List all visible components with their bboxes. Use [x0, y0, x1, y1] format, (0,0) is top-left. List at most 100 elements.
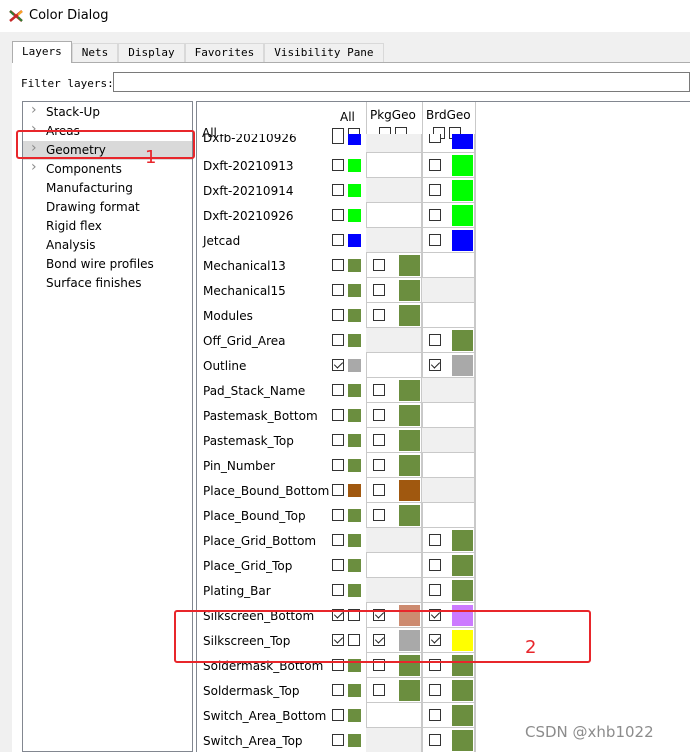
visibility-checkbox[interactable] [332, 709, 344, 721]
brdgeo-color-swatch[interactable] [452, 155, 473, 176]
pkggeo-checkbox[interactable] [373, 434, 385, 446]
brdgeo-color-swatch[interactable] [452, 530, 473, 551]
brdgeo-checkbox[interactable] [429, 184, 441, 196]
pkggeo-checkbox[interactable] [373, 509, 385, 521]
pkggeo-color-swatch[interactable] [399, 305, 420, 326]
color-swatch[interactable] [348, 259, 361, 272]
color-swatch[interactable] [348, 134, 361, 145]
pkggeo-checkbox[interactable] [373, 309, 385, 321]
color-swatch[interactable] [348, 509, 361, 522]
brdgeo-checkbox[interactable] [429, 709, 441, 721]
brdgeo-color-swatch[interactable] [452, 355, 473, 376]
brdgeo-checkbox[interactable] [429, 334, 441, 346]
pkggeo-color-swatch[interactable] [399, 505, 420, 526]
visibility-checkbox[interactable] [332, 559, 344, 571]
pkggeo-checkbox[interactable] [373, 484, 385, 496]
pkggeo-color-swatch[interactable] [399, 455, 420, 476]
tree-item-rigid-flex[interactable]: Rigid flex [23, 217, 192, 236]
brdgeo-color-swatch[interactable] [452, 580, 473, 601]
brdgeo-checkbox[interactable] [429, 134, 441, 143]
visibility-checkbox[interactable] [332, 184, 344, 196]
brdgeo-checkbox[interactable] [429, 559, 441, 571]
brdgeo-color-swatch[interactable] [452, 180, 473, 201]
pkggeo-color-swatch[interactable] [399, 380, 420, 401]
brdgeo-color-swatch[interactable] [452, 680, 473, 701]
pkggeo-color-swatch[interactable] [399, 280, 420, 301]
tab-display[interactable]: Display [118, 43, 185, 63]
tree-item-stack-up[interactable]: › Stack-Up [23, 102, 192, 122]
color-swatch[interactable] [348, 684, 361, 697]
color-swatch[interactable] [348, 359, 361, 372]
visibility-checkbox[interactable] [332, 309, 344, 321]
visibility-checkbox[interactable] [332, 359, 344, 371]
tree-item-manufacturing[interactable]: Manufacturing [23, 179, 192, 198]
color-swatch[interactable] [348, 334, 361, 347]
color-swatch[interactable] [348, 184, 361, 197]
brdgeo-checkbox[interactable] [429, 534, 441, 546]
visibility-checkbox[interactable] [332, 234, 344, 246]
visibility-checkbox[interactable] [332, 434, 344, 446]
tree-item-bond-wire-profiles[interactable]: Bond wire profiles [23, 255, 192, 274]
color-swatch[interactable] [348, 384, 361, 397]
pkggeo-checkbox[interactable] [373, 384, 385, 396]
color-swatch[interactable] [348, 709, 361, 722]
brdgeo-checkbox[interactable] [429, 209, 441, 221]
visibility-checkbox[interactable] [332, 459, 344, 471]
brdgeo-checkbox[interactable] [429, 584, 441, 596]
visibility-checkbox[interactable] [332, 409, 344, 421]
brdgeo-checkbox[interactable] [429, 359, 441, 371]
tree-item-drawing-format[interactable]: Drawing format [23, 198, 192, 217]
brdgeo-checkbox[interactable] [429, 734, 441, 746]
tree-item-surface-finishes[interactable]: Surface finishes [23, 274, 192, 293]
brdgeo-color-swatch[interactable] [452, 330, 473, 351]
color-swatch[interactable] [348, 734, 361, 747]
expand-chevron-icon[interactable]: › [31, 159, 37, 175]
color-swatch[interactable] [348, 284, 361, 297]
visibility-checkbox[interactable] [332, 484, 344, 496]
brdgeo-color-swatch[interactable] [452, 730, 473, 751]
color-swatch[interactable] [348, 534, 361, 547]
visibility-checkbox[interactable] [332, 259, 344, 271]
pkggeo-color-swatch[interactable] [399, 680, 420, 701]
brdgeo-color-swatch[interactable] [452, 555, 473, 576]
brdgeo-checkbox[interactable] [429, 234, 441, 246]
tree-item-components[interactable]: › Components [23, 159, 192, 179]
pkggeo-checkbox[interactable] [373, 684, 385, 696]
visibility-checkbox[interactable] [332, 509, 344, 521]
expand-chevron-icon[interactable]: › [31, 102, 37, 118]
pkggeo-checkbox[interactable] [373, 459, 385, 471]
color-swatch[interactable] [348, 484, 361, 497]
color-swatch[interactable] [348, 559, 361, 572]
visibility-checkbox[interactable] [332, 134, 344, 144]
color-swatch[interactable] [348, 584, 361, 597]
visibility-checkbox[interactable] [332, 734, 344, 746]
visibility-checkbox[interactable] [332, 334, 344, 346]
visibility-checkbox[interactable] [332, 209, 344, 221]
visibility-checkbox[interactable] [332, 159, 344, 171]
brdgeo-color-swatch[interactable] [452, 134, 473, 149]
tab-visibility-pane[interactable]: Visibility Pane [264, 43, 384, 63]
brdgeo-color-swatch[interactable] [452, 230, 473, 251]
tab-layers[interactable]: Layers [12, 41, 72, 63]
visibility-checkbox[interactable] [332, 584, 344, 596]
color-swatch[interactable] [348, 159, 361, 172]
color-swatch[interactable] [348, 409, 361, 422]
pkggeo-checkbox[interactable] [373, 259, 385, 271]
color-swatch[interactable] [348, 234, 361, 247]
tab-nets[interactable]: Nets [71, 43, 119, 63]
visibility-checkbox[interactable] [332, 284, 344, 296]
visibility-checkbox[interactable] [332, 534, 344, 546]
pkggeo-color-swatch[interactable] [399, 405, 420, 426]
color-swatch[interactable] [348, 209, 361, 222]
visibility-checkbox[interactable] [332, 684, 344, 696]
pkggeo-color-swatch[interactable] [399, 480, 420, 501]
color-swatch[interactable] [348, 309, 361, 322]
color-swatch[interactable] [348, 459, 361, 472]
tab-favorites[interactable]: Favorites [184, 43, 265, 63]
visibility-checkbox[interactable] [332, 384, 344, 396]
pkggeo-checkbox[interactable] [373, 409, 385, 421]
pkggeo-checkbox[interactable] [373, 284, 385, 296]
brdgeo-color-swatch[interactable] [452, 205, 473, 226]
brdgeo-color-swatch[interactable] [452, 705, 473, 726]
color-swatch[interactable] [348, 434, 361, 447]
